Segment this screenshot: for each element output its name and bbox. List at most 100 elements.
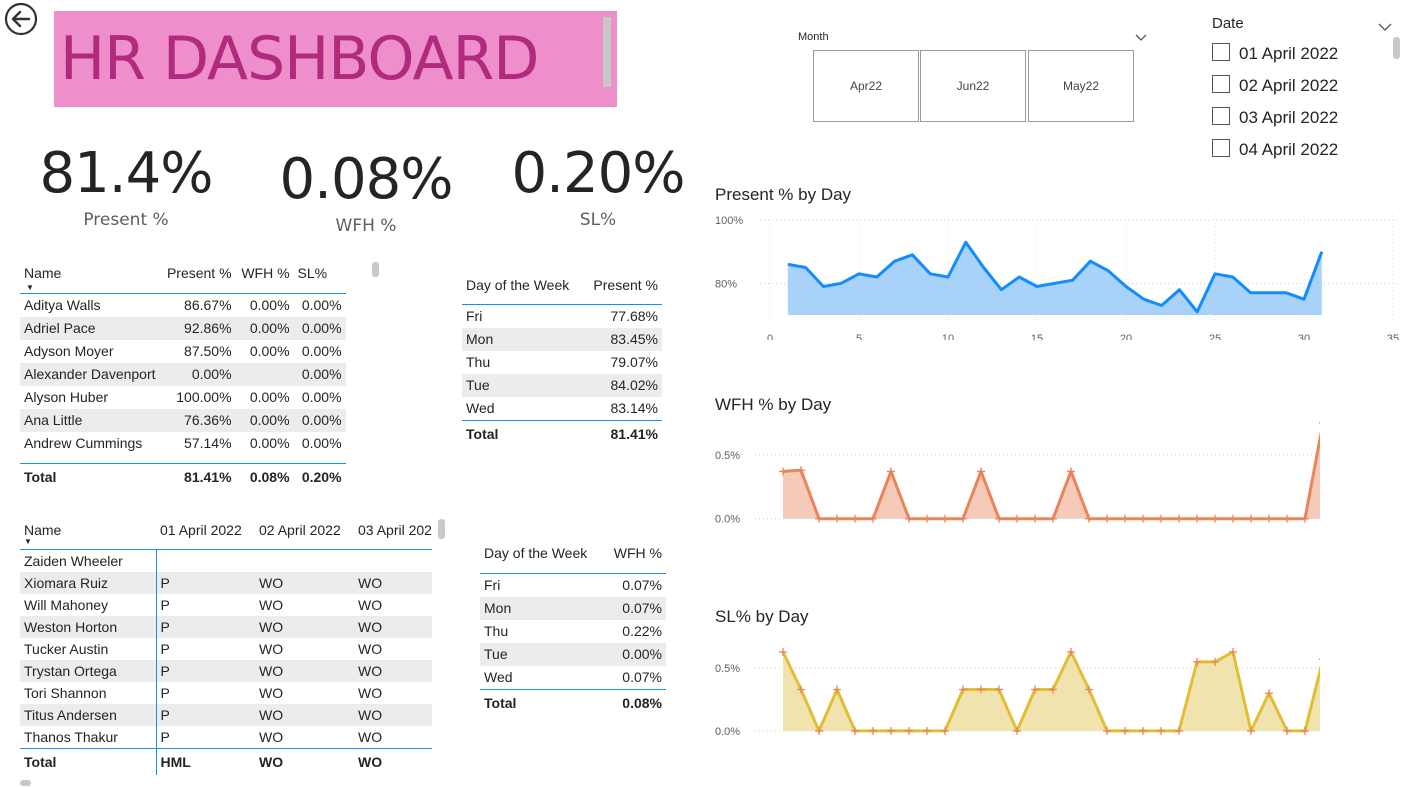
month-option-apr22[interactable]: Apr22 (813, 50, 919, 122)
y-tick-label: 0.5% (715, 450, 740, 462)
employee-table-scrollbar[interactable] (372, 262, 379, 277)
column-header-day[interactable]: Day of the Week (462, 274, 582, 304)
column-header-wfh[interactable]: WFH % (236, 262, 294, 293)
table-row[interactable]: Fri 0.07% (480, 573, 666, 597)
table-row[interactable]: Aditya Walls 86.67% 0.00% 0.00% (20, 293, 346, 317)
data-point-marker (1139, 514, 1147, 523)
table-row[interactable]: Thu 0.22% (480, 620, 666, 643)
table-row[interactable]: Alexander Davenport 0.00% 0.00% (20, 362, 346, 386)
employee-table: Name ▼ Present % WFH % SL% Aditya Walls 86… (20, 262, 346, 490)
data-point-marker (1103, 514, 1111, 523)
table-row[interactable]: Adriel Pace 92.86% 0.00% 0.00% (20, 316, 346, 340)
table-row[interactable]: Mon 0.07% (480, 596, 666, 620)
table-row[interactable]: Mon 83.45% (462, 327, 662, 351)
table-row[interactable]: Ana Little 76.36% 0.00% 0.00% (20, 408, 346, 432)
table-row[interactable]: Xiomara Ruiz P WO WO (20, 571, 432, 594)
table-total-row: Total 81.41% 0.08% 0.20% (20, 462, 346, 490)
value-cell: WO (358, 640, 383, 657)
x-tick-label: 20 (1120, 333, 1132, 340)
value-cell: 0.00% (293, 316, 346, 340)
date-option[interactable]: 01 April 2022 (1212, 43, 1338, 64)
x-tick-label: 15 (1031, 333, 1043, 340)
value-cell: 83.45% (582, 327, 662, 351)
checkbox-icon[interactable] (1212, 75, 1230, 93)
checkbox-icon[interactable] (1212, 43, 1230, 61)
attendance-matrix: Name ▼ 01 April 2022 02 April 2022 03 Apr… (20, 519, 432, 775)
data-point-marker (851, 514, 859, 523)
value-cell: 0.00% (249, 435, 290, 451)
table-row[interactable]: Wed 83.14% (462, 397, 662, 421)
title-scrollbar[interactable] (603, 17, 611, 87)
value-cell: WO (259, 728, 284, 745)
month-option-jun22[interactable]: Jun22 (920, 50, 1026, 122)
spacer-cell (20, 455, 346, 464)
table-row[interactable]: Wed 0.07% (480, 666, 666, 690)
date-option[interactable]: 04 April 2022 (1212, 139, 1338, 160)
table-row[interactable]: Will Mahoney P WO WO (20, 593, 432, 616)
date-option[interactable]: 02 April 2022 (1212, 75, 1338, 96)
x-tick-label: 30 (1298, 333, 1310, 340)
value-cell (354, 549, 432, 572)
row-label-cell: Titus Andersen (20, 703, 156, 726)
column-header-name[interactable]: Name ▼ (20, 262, 160, 293)
row-label-cell: Thu (484, 623, 509, 639)
column-header-date2[interactable]: 02 April 2022 (255, 519, 354, 549)
column-header-name[interactable]: Name ▼ (20, 519, 156, 549)
column-header-date1[interactable]: 01 April 2022 (156, 519, 255, 549)
x-tick-label: 35 (1387, 333, 1399, 340)
back-button[interactable] (4, 2, 38, 36)
table-total-row: Total 0.08% (480, 688, 666, 716)
value-cell: WO (358, 684, 383, 701)
value-cell: WO (255, 659, 354, 682)
table-row[interactable]: Weston Horton P WO WO (20, 615, 432, 638)
row-label-cell: Alyson Huber (24, 389, 109, 405)
month-slicer-chevron-icon[interactable] (1135, 28, 1147, 47)
table-row[interactable]: Tue 84.02% (462, 373, 662, 397)
table-row[interactable]: Adyson Moyer 87.50% 0.00% 0.00% (20, 340, 346, 363)
value-cell: 0.07% (622, 669, 662, 685)
attendance-matrix-vscrollbar[interactable] (438, 519, 445, 539)
y-tick-label: 0.0% (715, 726, 740, 738)
row-label-cell: Tori Shannon (24, 684, 107, 701)
table-row[interactable]: Tori Shannon P WO WO (20, 681, 432, 704)
chart-title-wfh: WFH % by Day (715, 395, 832, 414)
date-option-label: 01 April 2022 (1239, 44, 1339, 63)
data-point-marker (887, 726, 895, 735)
table-row[interactable]: Tue 0.00% (480, 642, 666, 666)
x-tick-label: 10 (942, 333, 954, 340)
table-row[interactable]: Thu 79.07% (462, 351, 662, 374)
value-cell: P (155, 725, 255, 748)
row-label-cell: Aditya Walls (24, 297, 101, 313)
value-cell: WO (358, 596, 383, 613)
chart-title-sl: SL% by Day (715, 607, 809, 626)
row-label-cell: Alexander Davenport (20, 362, 160, 386)
table-row[interactable]: Thanos Thakur P WO WO (20, 725, 432, 748)
table-row[interactable]: Titus Andersen P WO WO (20, 703, 432, 726)
checkbox-icon[interactable] (1212, 107, 1230, 125)
column-header-date3[interactable]: 03 April 202 (354, 519, 432, 549)
column-header-present[interactable]: Present % (160, 262, 236, 293)
table-row[interactable]: Alyson Huber 100.00% 0.00% 0.00% (20, 386, 346, 409)
column-header-wfh[interactable]: WFH % (600, 542, 666, 573)
checkbox-icon[interactable] (1212, 139, 1230, 157)
date-slicer-scrollbar[interactable] (1393, 37, 1400, 59)
column-header-present[interactable]: Present % (582, 274, 662, 304)
date-slicer-chevron-icon[interactable] (1378, 17, 1392, 36)
date-option[interactable]: 03 April 2022 (1212, 107, 1338, 128)
table-row[interactable]: Zaiden Wheeler (20, 549, 432, 572)
total-value-cell: WO (255, 747, 354, 775)
data-point-marker (1265, 514, 1273, 523)
data-point-marker (1319, 422, 1320, 424)
month-option-may22[interactable]: May22 (1028, 50, 1134, 122)
value-cell: 77.68% (610, 308, 658, 324)
data-point-marker (1121, 726, 1129, 735)
column-header-sl[interactable]: SL% (294, 262, 346, 293)
table-row[interactable]: Andrew Cummings 57.14% 0.00% 0.00% (20, 432, 346, 455)
value-cell: 0.00% (293, 362, 346, 386)
table-row[interactable]: Tucker Austin P WO WO (20, 637, 432, 660)
column-header-day[interactable]: Day of the Week (480, 542, 600, 573)
attendance-matrix-hscrollbar[interactable] (20, 780, 31, 786)
table-row[interactable]: Trystan Ortega P WO WO (20, 659, 432, 682)
kpi-present-value: 81.4% (39, 141, 214, 206)
table-row[interactable]: Fri 77.68% (462, 304, 662, 328)
